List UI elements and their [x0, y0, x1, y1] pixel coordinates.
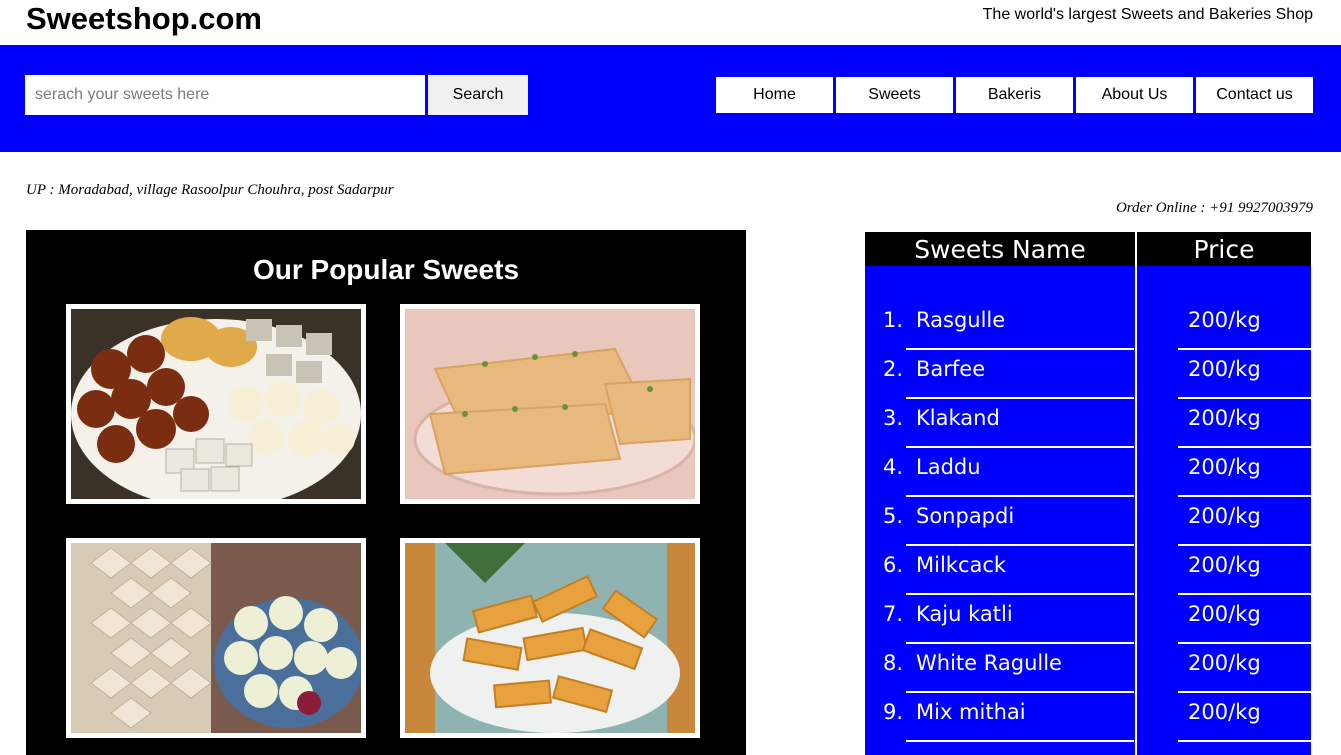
gallery-title: Our Popular Sweets	[252, 254, 520, 285]
sweet-name: White Ragulle	[916, 651, 1062, 675]
table-row: 2. Barfee 200/kg	[865, 350, 1311, 399]
sweets-platter-image	[66, 304, 366, 504]
sweet-name: Mix mithai	[916, 700, 1026, 724]
table-row: 4. Laddu 200/kg	[865, 448, 1311, 497]
table-row: 7. Kaju katli 200/kg	[865, 595, 1311, 644]
table-row: 1. Rasgulle 200/kg	[865, 301, 1311, 350]
table-header-sweets-name: Sweets Name	[865, 232, 1135, 266]
main-nav: Home Sweets Bakeris About Us Contact us	[716, 77, 1313, 113]
sweets-price-table: Sweets Name Price 1. Rasgulle 200/kg 2. …	[865, 232, 1311, 755]
sweet-name: Kaju katli	[916, 602, 1013, 626]
sweet-name: Sonpapdi	[916, 504, 1015, 528]
sweet-price: 200/kg	[1188, 553, 1261, 577]
order-online-phone: Order Online : +91 9927003979	[1115, 200, 1313, 216]
sweet-name: Milkcack	[916, 553, 1007, 577]
barfi-plate-picture	[405, 309, 695, 499]
row-underline	[1178, 740, 1311, 742]
nav-about-us-button[interactable]: About Us	[1076, 77, 1193, 113]
search-button[interactable]: Search	[428, 75, 528, 115]
sweet-price: 200/kg	[1188, 455, 1261, 479]
site-title: Sweetshop.com	[26, 1, 262, 36]
nav-home-button[interactable]: Home	[716, 77, 833, 113]
sweet-name: Klakand	[916, 406, 1000, 430]
table-row: 9. Mix mithai 200/kg	[865, 693, 1311, 742]
nav-sweets-button[interactable]: Sweets	[836, 77, 953, 113]
table-row: 8. White Ragulle 200/kg	[865, 644, 1311, 693]
table-row: 5. Sonpapdi 200/kg	[865, 497, 1311, 546]
nav-bakeris-button[interactable]: Bakeris	[956, 77, 1073, 113]
sweet-name: Rasgulle	[916, 308, 1006, 332]
nav-contact-us-button[interactable]: Contact us	[1196, 77, 1313, 113]
site-tagline: The world's largest Sweets and Bakeries …	[982, 6, 1313, 23]
mysore-pak-image	[400, 538, 700, 738]
table-header-price: Price	[1137, 232, 1311, 266]
shop-address: UP : Moradabad, village Rasoolpur Chouhr…	[26, 182, 394, 198]
sweet-price: 200/kg	[1188, 651, 1261, 675]
mysore-pak-picture	[405, 543, 695, 733]
sweet-price: 200/kg	[1188, 357, 1261, 381]
row-number: 6.	[882, 553, 903, 577]
sweet-price: 200/kg	[1188, 602, 1261, 626]
sweet-price: 200/kg	[1188, 700, 1261, 724]
row-number: 8.	[882, 651, 903, 675]
row-number: 2.	[882, 357, 903, 381]
row-number: 5.	[882, 504, 903, 528]
row-number: 1.	[882, 308, 903, 332]
row-number: 7.	[882, 602, 903, 626]
sweet-price: 200/kg	[1188, 504, 1261, 528]
barfi-plate-image	[400, 304, 700, 504]
row-number: 4.	[882, 455, 903, 479]
sweet-name: Barfee	[916, 357, 986, 381]
sweet-price: 200/kg	[1188, 406, 1261, 430]
popular-sweets-gallery: Our Popular Sweets	[26, 230, 746, 755]
search-input[interactable]	[25, 75, 425, 115]
row-number: 3.	[882, 406, 903, 430]
kaju-katli-rasgulla-picture	[71, 543, 361, 733]
sweets-platter-picture	[71, 309, 361, 499]
sweet-price: 200/kg	[1188, 308, 1261, 332]
sweet-name: Laddu	[916, 455, 981, 479]
table-row: 6. Milkcack 200/kg	[865, 546, 1311, 595]
row-underline	[906, 740, 1134, 742]
row-number: 9.	[882, 700, 903, 724]
kaju-katli-rasgulla-image	[66, 538, 366, 738]
table-row: 3. Klakand 200/kg	[865, 399, 1311, 448]
